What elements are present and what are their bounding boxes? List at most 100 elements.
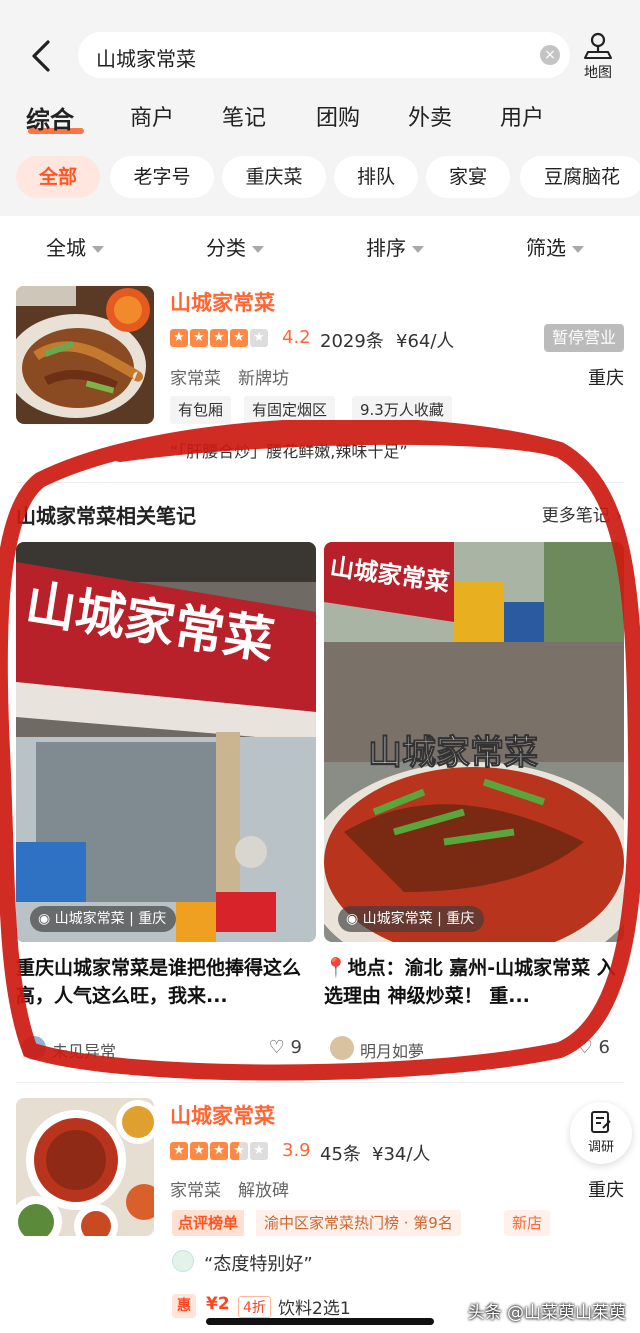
shop-tag: 9.3万人收藏 [352,396,452,424]
location-pin-icon: ◉ [346,911,359,927]
shop-city: 重庆 [588,1180,624,1201]
star-rating: ★ ★ ★ ★ ★ [170,329,268,347]
caret-down-icon [92,246,104,253]
note-location-tag: ◉ 山城家常菜 | 重庆 [30,906,177,932]
chip-old-brand[interactable]: 老字号 [110,156,214,198]
shop-thumbnail [16,286,154,424]
location-pin-icon: ◉ [38,911,51,927]
tab-merchants[interactable]: 商户 [130,100,174,132]
filter-more[interactable]: 筛选 [526,232,584,261]
divider [16,482,624,483]
tab-takeout[interactable]: 外卖 [408,100,452,132]
clear-icon[interactable]: × [540,45,560,65]
watermark: 头条 @山菜萸山茱萸 [467,1303,626,1323]
overlay-text: 山城家常菜 [368,733,538,773]
tab-comprehensive[interactable]: 综合 [26,100,74,135]
star-rating: ★ ★ ★ ★ ★ [170,1142,268,1160]
review-count: 2029条 [320,331,384,352]
note-likes[interactable]: ♡ 6 [577,1037,610,1058]
deal-price: ¥2 [206,1294,230,1314]
filter-bar: 全城 分类 排序 筛选 [0,232,640,268]
tab-users[interactable]: 用户 [500,100,544,132]
deal-discount: 4折 [238,1296,271,1318]
star-icon: ★ [250,329,268,347]
caret-down-icon [252,246,264,253]
note-likes[interactable]: ♡ 9 [269,1037,302,1058]
filter-sort[interactable]: 排序 [366,232,424,261]
more-notes-link[interactable]: 更多笔记 › [542,501,622,526]
star-icon: ★ [250,1142,268,1160]
note-card-2[interactable]: 山城家常菜 山城家常菜 ◉ 山城家常菜 | 重庆 📍地点：渝北 嘉州-山城家常菜… [324,542,624,1062]
star-icon: ★ [170,329,188,347]
chip-all[interactable]: 全部 [16,156,100,198]
back-arrow-icon [32,40,50,72]
status-badge: 暂停营业 [543,324,624,352]
filter-more-label: 筛选 [526,236,566,260]
map-pin-icon [584,32,612,59]
new-shop-badge: 新店 [504,1210,551,1236]
caret-down-icon [572,246,584,253]
note-location-text: 山城家常菜 | 重庆 [54,911,167,927]
quick-filter-chips: 全部 老字号 重庆菜 排队 家宴 豆腐脑花 [0,156,640,198]
shop-name: 山城家常菜 [170,291,275,315]
note-card-1[interactable]: 山城家常菜 ◉ 山城家常菜 | 重庆 重庆山城家常菜是谁把他捧得这么高，人气这么… [16,542,316,1062]
deal-text[interactable]: 饮料2选1 [278,1294,351,1319]
filter-city-label: 全城 [46,236,86,260]
filter-category[interactable]: 分类 [206,232,264,261]
filter-category-label: 分类 [206,236,246,260]
shop-review-quote: “「肝腰合炒」腰花鲜嫩,辣味十足” [170,442,408,461]
note-author: 明月如夢 [360,1042,425,1061]
note-location-text: 山城家常菜 | 重庆 [362,911,475,927]
shop-name: 山城家常菜 [170,1104,275,1128]
filter-sort-label: 排序 [366,236,406,260]
shop-area: 解放碑 [238,1181,289,1201]
note-image: 山城家常菜 ◉ 山城家常菜 | 重庆 [16,542,316,942]
star-icon: ★ [170,1142,188,1160]
research-button[interactable]: 调研 [570,1102,632,1164]
avg-price: ¥64/人 [396,331,455,352]
star-icon: ★ [190,329,208,347]
rank-label: 点评榜单 [172,1210,245,1236]
more-notes-label: 更多笔记 [541,506,610,526]
shop-area: 新牌坊 [238,369,289,389]
caret-down-icon [412,246,424,253]
star-icon: ★ [210,1142,228,1160]
category-tabs: 综合 商户 笔记 团购 外卖 用户 [0,100,640,140]
divider [16,1082,624,1083]
chip-tofu-brain[interactable]: 豆腐脑花 [520,156,640,198]
rating-score: 3.9 [282,1140,311,1161]
filter-city[interactable]: 全城 [46,232,104,261]
heart-icon: ♡ [576,1037,593,1058]
tab-group-buy[interactable]: 团购 [316,100,360,132]
star-icon: ★ [190,1142,208,1160]
like-count: 9 [290,1037,302,1058]
star-icon: ★ [230,1142,248,1160]
note-title: 重庆山城家常菜是谁把他捧得这么高，人气这么旺，我来... [16,957,302,1007]
heart-icon: ♡ [268,1037,285,1058]
chip-family-banquet[interactable]: 家宴 [426,156,510,198]
shop-tag: 有包厢 [170,396,232,424]
avatar [22,1036,46,1060]
map-label: 地图 [584,65,612,81]
chip-queue[interactable]: 排队 [334,156,418,198]
shop-tag: 有固定烟区 [244,396,336,424]
map-button[interactable]: 地图 [578,30,618,82]
star-icon: ★ [210,329,228,347]
tab-notes[interactable]: 笔记 [222,100,266,132]
shop-thumbnail [16,1098,154,1236]
shop-category: 家常菜 [170,1181,221,1201]
rank-text[interactable]: 渝中区家常菜热门榜 · 第9名 [256,1210,461,1236]
home-indicator[interactable] [206,1318,434,1325]
shop-city: 重庆 [588,368,624,389]
shop-review-quote: “态度特别好” [204,1254,313,1275]
notes-section-title: 山城家常菜相关笔记 [16,504,196,528]
avg-price: ¥34/人 [372,1144,431,1165]
search-query: 山城家常菜 [96,47,196,71]
rating-score: 4.2 [282,327,311,348]
chip-chongqing-cuisine[interactable]: 重庆菜 [222,156,326,198]
back-button[interactable] [22,36,62,76]
star-icon: ★ [230,329,248,347]
search-input[interactable]: 山城家常菜 × [78,32,570,78]
chevron-right-icon: › [615,506,622,526]
smiley-icon [172,1250,194,1272]
